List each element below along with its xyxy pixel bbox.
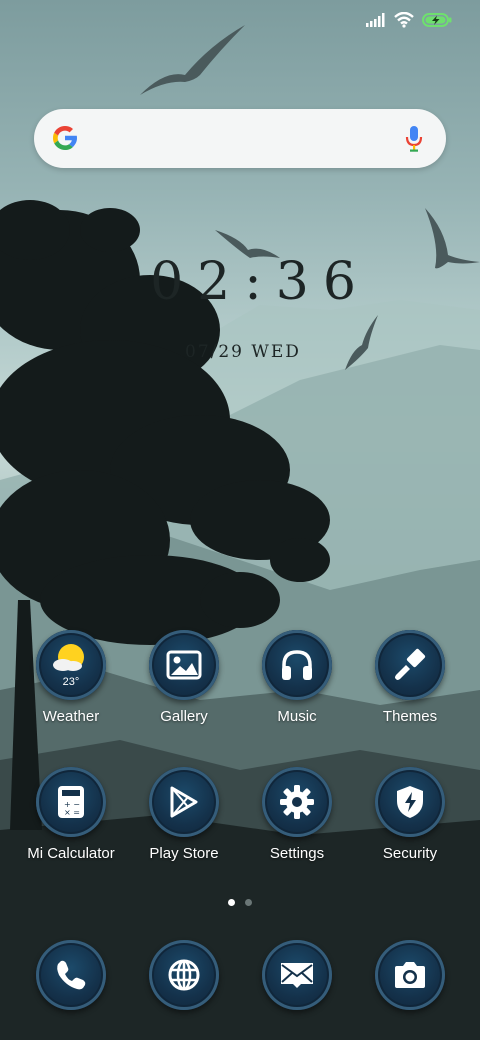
app-mi-calculator[interactable]: + − × = Mi Calculator: [15, 767, 127, 862]
gear-icon: [262, 767, 332, 837]
google-logo-icon: [53, 126, 77, 150]
app-settings[interactable]: Settings: [241, 767, 353, 862]
page-dot-active[interactable]: [228, 899, 235, 906]
microphone-icon[interactable]: [404, 125, 424, 153]
page-dot[interactable]: [245, 899, 252, 906]
app-music[interactable]: Music: [241, 630, 353, 725]
calculator-icon: + − × =: [36, 767, 106, 837]
app-label: Music: [277, 708, 317, 725]
dock-camera[interactable]: [354, 940, 466, 1010]
svg-text:× =: × =: [64, 808, 80, 817]
home-screen: 02:36 07/29 WED 23° Weather Gallery Musi…: [0, 0, 480, 1040]
weather-icon: 23°: [36, 630, 106, 700]
dock-browser[interactable]: [128, 940, 240, 1010]
app-label: Weather: [42, 708, 100, 725]
app-label: Settings: [269, 845, 325, 862]
app-label: Security: [382, 845, 438, 862]
dock-messages[interactable]: [241, 940, 353, 1010]
app-label: Mi Calculator: [27, 845, 115, 862]
app-security[interactable]: Security: [354, 767, 466, 862]
clock-time[interactable]: 02:36: [150, 252, 370, 312]
headphones-icon: [262, 630, 332, 700]
wifi-icon: [394, 12, 414, 28]
app-weather[interactable]: 23° Weather: [15, 630, 127, 725]
shield-icon: [375, 767, 445, 837]
google-search-bar[interactable]: [34, 109, 446, 168]
phone-icon: [36, 940, 106, 1010]
page-indicator[interactable]: [228, 899, 252, 906]
play-store-icon: [149, 767, 219, 837]
clock-date: 07/29 WED: [185, 342, 301, 362]
app-play-store[interactable]: Play Store: [128, 767, 240, 862]
paintbrush-icon: [375, 630, 445, 700]
status-bar: [366, 12, 452, 28]
dock-phone[interactable]: [15, 940, 127, 1010]
app-themes[interactable]: Themes: [354, 630, 466, 725]
battery-charging-icon: [422, 13, 452, 27]
app-label: Play Store: [149, 845, 219, 862]
weather-temperature: 23°: [62, 676, 80, 688]
signal-icon: [366, 13, 385, 27]
mail-icon: [262, 940, 332, 1010]
globe-icon: [149, 940, 219, 1010]
app-label: Themes: [382, 708, 438, 725]
camera-icon: [375, 940, 445, 1010]
app-label: Gallery: [160, 708, 208, 725]
app-gallery[interactable]: Gallery: [128, 630, 240, 725]
gallery-icon: [149, 630, 219, 700]
